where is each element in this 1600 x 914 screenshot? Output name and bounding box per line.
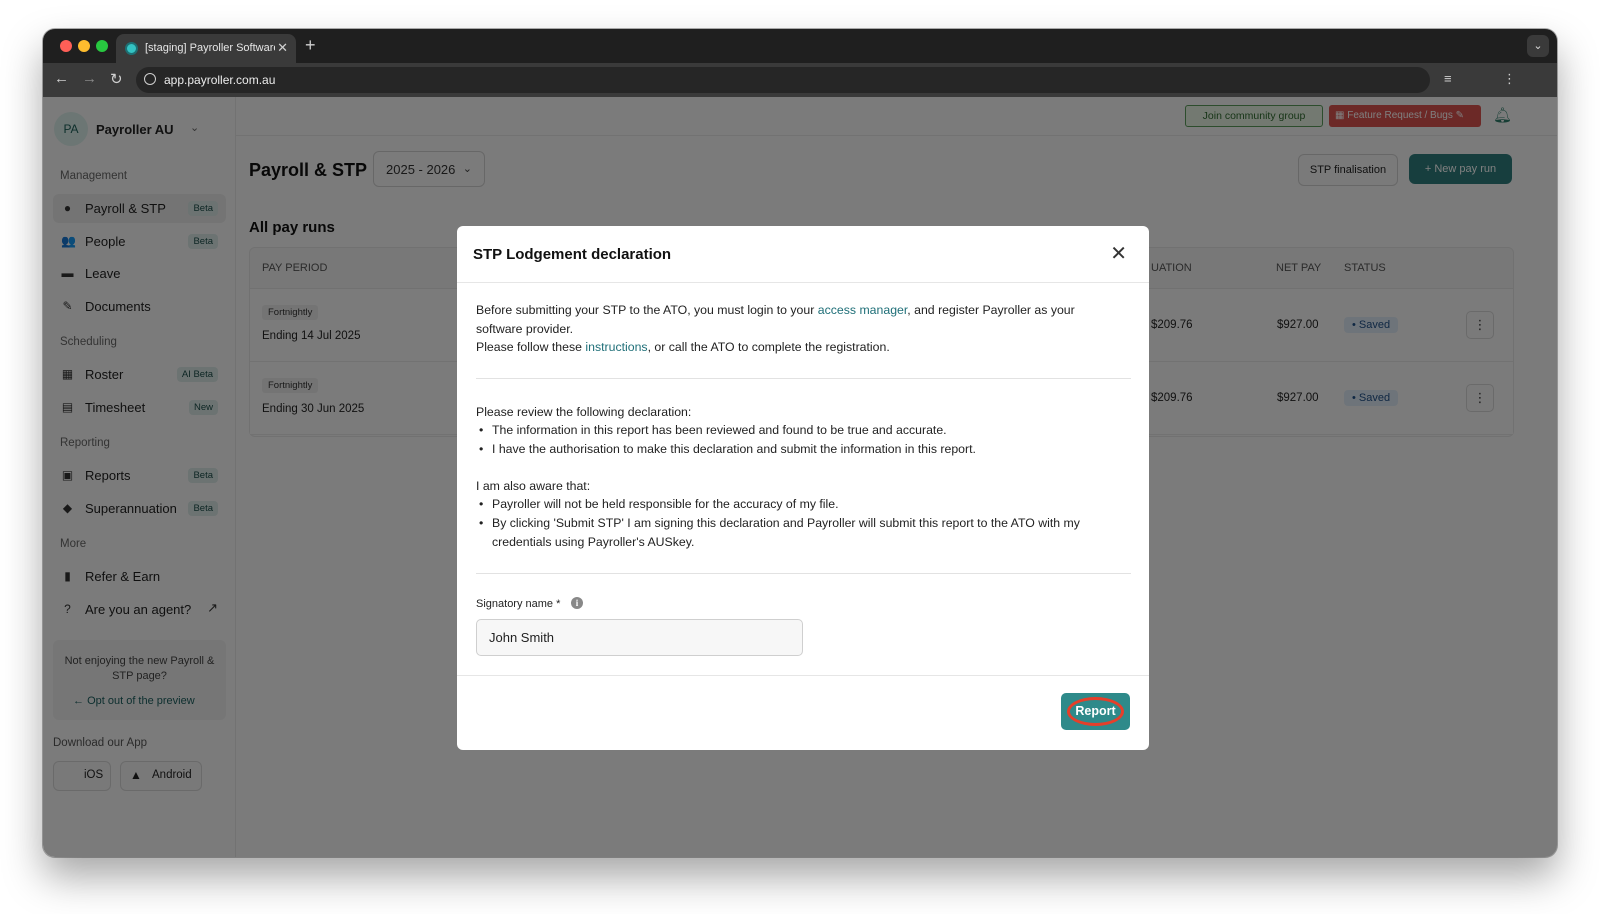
- bullet-text: Payroller will not be held responsible f…: [492, 497, 839, 511]
- bullet-dot: •: [479, 516, 484, 530]
- info-icon[interactable]: i: [571, 597, 583, 609]
- browser-tab[interactable]: [staging] Payroller Software ✕: [116, 34, 296, 63]
- bullet-text: By clicking 'Submit STP' I am signing th…: [492, 516, 1080, 549]
- minimize-window-button[interactable]: [78, 40, 90, 52]
- signatory-label: Signatory name *: [476, 598, 561, 610]
- url-text: app.payroller.com.au: [164, 73, 276, 87]
- modal-title: STP Lodgement declaration: [473, 246, 672, 263]
- divider: [476, 573, 1131, 574]
- tab-close-icon[interactable]: ✕: [277, 40, 288, 56]
- back-icon[interactable]: ←: [54, 70, 69, 87]
- reload-icon[interactable]: ↻: [110, 70, 123, 88]
- bullet-text: I have the authorisation to make this de…: [492, 442, 976, 456]
- maximize-window-button[interactable]: [96, 40, 108, 52]
- forward-icon[interactable]: →: [82, 70, 97, 87]
- divider: [476, 378, 1131, 379]
- address-bar[interactable]: app.payroller.com.au: [136, 67, 1430, 93]
- bullet-dot: •: [479, 497, 484, 511]
- stp-declaration-modal: STP Lodgement declaration ✕ Before submi…: [457, 226, 1149, 750]
- intro-text: , or call the ATO to complete the regist…: [647, 340, 890, 354]
- tab-title: [staging] Payroller Software: [145, 42, 275, 54]
- browser-window: [staging] Payroller Software ✕ + ⌄ ← → ↻…: [43, 29, 1557, 857]
- bullet-text: The information in this report has been …: [492, 423, 947, 437]
- tab-bar: [staging] Payroller Software ✕ + ⌄: [43, 29, 1557, 63]
- site-info-icon[interactable]: [144, 73, 156, 85]
- modal-header: STP Lodgement declaration ✕: [457, 226, 1149, 283]
- new-tab-icon[interactable]: +: [305, 35, 316, 56]
- intro-paragraph: Before submitting your STP to the ATO, y…: [476, 301, 1116, 357]
- report-button[interactable]: Report: [1061, 693, 1130, 730]
- modal-footer-divider: [457, 675, 1149, 676]
- reading-list-icon[interactable]: ≡: [1444, 71, 1452, 86]
- aware-heading: I am also aware that:: [476, 479, 591, 493]
- browser-menu-icon[interactable]: ⋮: [1503, 71, 1516, 87]
- bullet-dot: •: [479, 423, 484, 437]
- signatory-name-input[interactable]: [476, 619, 803, 656]
- close-window-button[interactable]: [60, 40, 72, 52]
- close-icon[interactable]: ✕: [1110, 241, 1127, 266]
- tab-search-icon[interactable]: ⌄: [1527, 35, 1549, 57]
- access-manager-link[interactable]: access manager: [818, 303, 908, 317]
- browser-toolbar: ← → ↻ app.payroller.com.au ≡ ⋮: [43, 63, 1557, 97]
- bullet-dot: •: [479, 442, 484, 456]
- intro-text: Before submitting your STP to the ATO, y…: [476, 303, 818, 317]
- instructions-link[interactable]: instructions: [585, 340, 647, 354]
- review-heading: Please review the following declaration:: [476, 405, 692, 419]
- highlight-ring: [1067, 697, 1124, 726]
- favicon-icon: [125, 42, 138, 55]
- intro-text: Please follow these: [476, 340, 586, 354]
